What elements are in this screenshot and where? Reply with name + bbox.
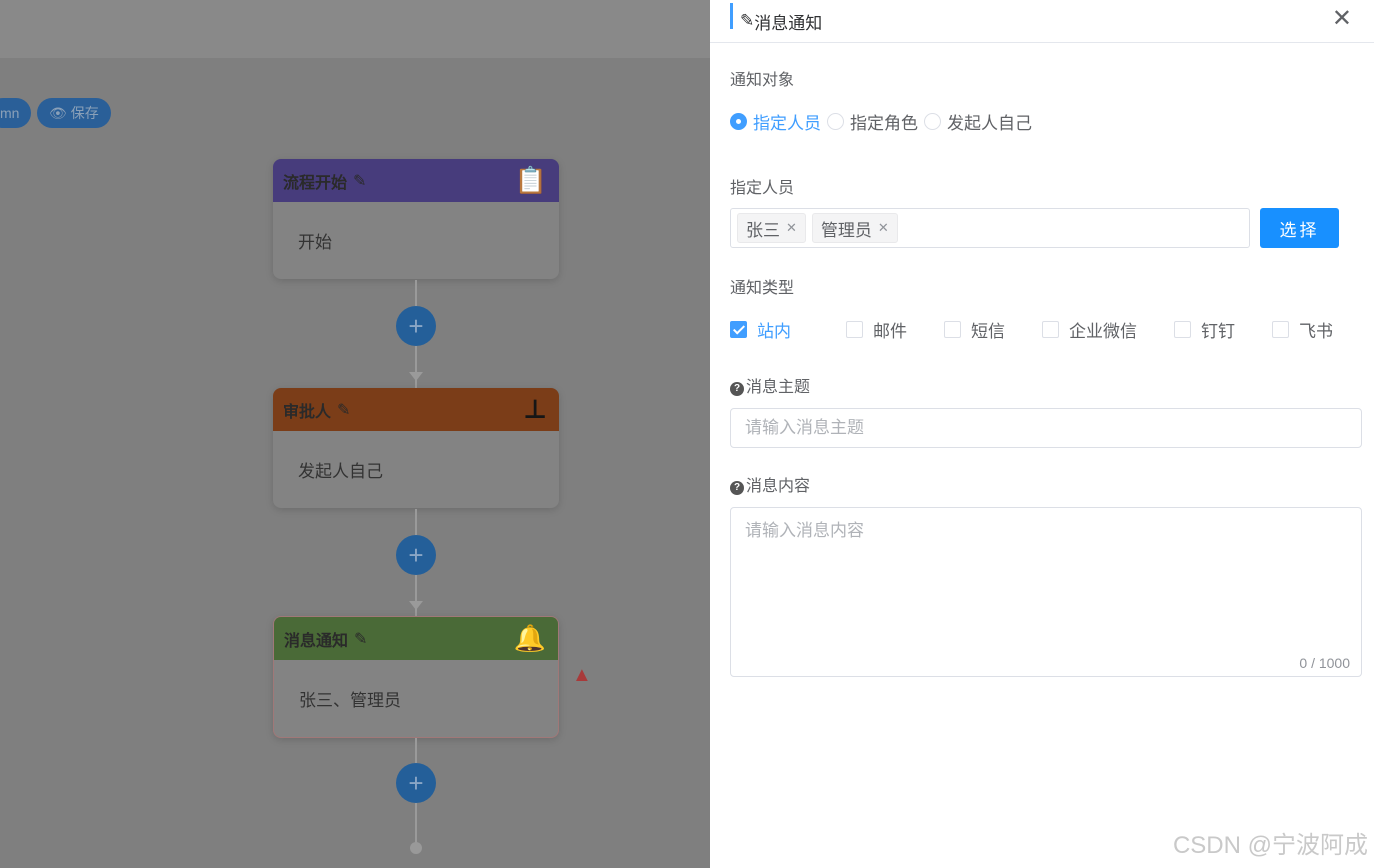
drawer-title: 消息通知 bbox=[754, 13, 823, 33]
edit-icon: ✎ bbox=[740, 11, 755, 30]
checkbox-sms[interactable]: 短信 bbox=[944, 317, 1005, 342]
bpmn-button[interactable]: mn bbox=[0, 98, 32, 128]
node-title: 消息通知 bbox=[284, 632, 349, 650]
checkbox-site[interactable]: 站内 bbox=[730, 317, 791, 342]
close-icon[interactable]: ✕ bbox=[1332, 4, 1352, 33]
assignee-tag: 张三 ✕ bbox=[737, 213, 806, 243]
save-label: 保存 bbox=[70, 105, 99, 121]
radio-initiator[interactable]: 发起人自己 bbox=[924, 109, 1032, 134]
content-textarea[interactable]: 请输入消息内容 0 / 1000 bbox=[730, 507, 1362, 677]
remove-tag-icon[interactable]: ✕ bbox=[786, 220, 797, 236]
edit-icon[interactable]: ✎ bbox=[354, 629, 367, 649]
char-count: 0 / 1000 bbox=[1299, 655, 1350, 671]
node-title: 审批人 bbox=[283, 403, 332, 421]
subject-label: 消息主题 bbox=[746, 379, 811, 396]
assignee-label: 指定人员 bbox=[730, 180, 795, 197]
help-icon[interactable]: ? bbox=[730, 381, 744, 396]
edit-icon[interactable]: ✎ bbox=[337, 400, 350, 420]
eye-icon: 👁 bbox=[49, 104, 67, 121]
flow-node-approver[interactable]: 审批人 ✎ ⊥ 发起人自己 bbox=[273, 388, 559, 508]
node-title: 流程开始 bbox=[283, 174, 348, 192]
notify-settings-drawer: ✎ 消息通知 ✕ 通知对象 指定人员 指定角色 发起人自己 指定人员 张三 ✕ 管理员… bbox=[710, 0, 1374, 868]
flow-node-notify[interactable]: 消息通知 ✎ 🔔 张三、管理员 bbox=[273, 616, 559, 738]
clipboard-icon: 📋 bbox=[514, 165, 547, 195]
node-body: 发起人自己 bbox=[298, 462, 383, 481]
subject-input[interactable]: 请输入消息主题 bbox=[730, 408, 1362, 448]
arrow-icon bbox=[409, 372, 423, 381]
add-node-button[interactable]: + bbox=[396, 535, 436, 575]
radio-specified-users[interactable]: 指定人员 bbox=[730, 109, 821, 134]
stamp-icon: ⊥ bbox=[523, 394, 547, 424]
radio-specified-roles[interactable]: 指定角色 bbox=[827, 109, 918, 134]
remove-tag-icon[interactable]: ✕ bbox=[878, 220, 889, 236]
arrow-icon bbox=[409, 601, 423, 610]
help-icon[interactable]: ? bbox=[730, 480, 744, 495]
edit-icon[interactable]: ✎ bbox=[353, 171, 366, 191]
type-label: 通知类型 bbox=[730, 280, 795, 297]
checkbox-dingtalk[interactable]: 钉钉 bbox=[1174, 317, 1235, 342]
add-node-button[interactable]: + bbox=[396, 306, 436, 346]
add-node-button[interactable]: + bbox=[396, 763, 436, 803]
bell-icon: 🔔 bbox=[513, 623, 546, 653]
subject-placeholder: 请输入消息主题 bbox=[745, 418, 864, 437]
assignee-tag: 管理员 ✕ bbox=[811, 213, 898, 243]
warning-icon: ▲ bbox=[572, 664, 592, 686]
target-label: 通知对象 bbox=[730, 72, 795, 89]
content-placeholder: 请输入消息内容 bbox=[745, 521, 864, 540]
save-button[interactable]: 👁 保存 bbox=[37, 98, 111, 128]
assignee-input[interactable]: 张三 ✕ 管理员 ✕ bbox=[730, 208, 1250, 248]
checkbox-feishu[interactable]: 飞书 bbox=[1272, 317, 1333, 342]
flow-node-start[interactable]: 流程开始 ✎ 📋 开始 bbox=[273, 159, 559, 279]
bpmn-label: mn bbox=[0, 105, 20, 121]
end-dot bbox=[410, 842, 422, 854]
checkbox-wecom[interactable]: 企业微信 bbox=[1042, 317, 1137, 342]
top-bar bbox=[0, 0, 710, 58]
node-body: 开始 bbox=[298, 233, 332, 252]
select-button[interactable]: 选择 bbox=[1260, 208, 1339, 248]
content-label: 消息内容 bbox=[746, 478, 811, 495]
node-body: 张三、管理员 bbox=[299, 691, 401, 710]
watermark: CSDN @宁波阿成 bbox=[1172, 832, 1368, 859]
checkbox-email[interactable]: 邮件 bbox=[846, 317, 907, 342]
